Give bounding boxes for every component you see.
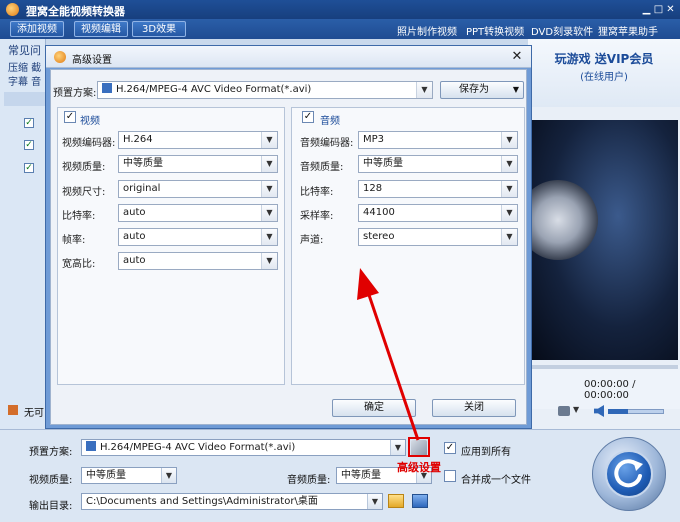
annotation-arrow — [357, 268, 420, 441]
annotation-highlight-box — [408, 437, 430, 457]
annotation-label: 高级设置 — [397, 461, 441, 474]
